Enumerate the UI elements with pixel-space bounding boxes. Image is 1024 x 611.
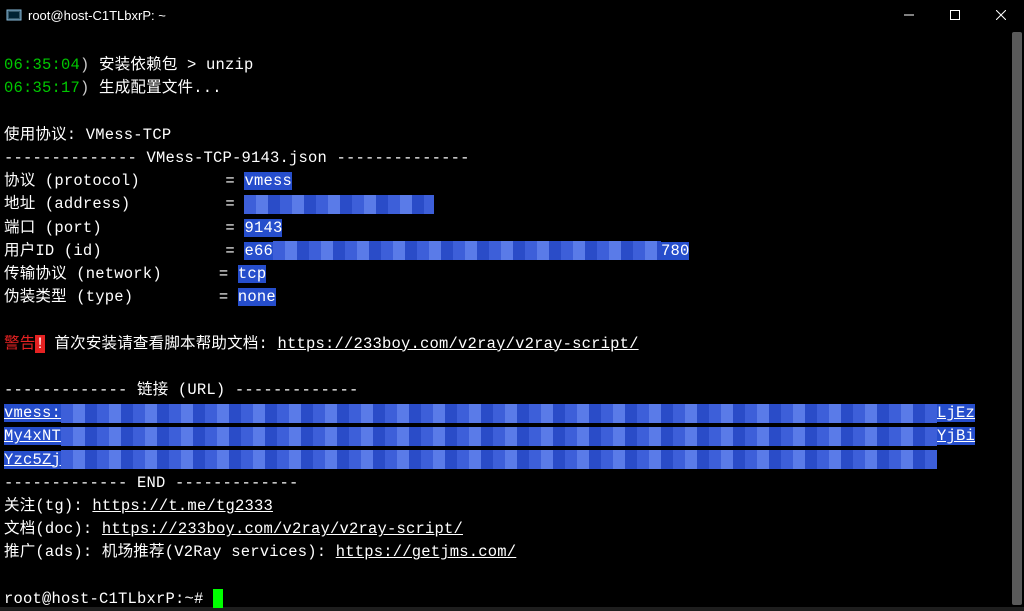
config-key: 伪装类型 (type) = [4, 288, 238, 306]
config-key: 地址 (address) = [4, 195, 244, 213]
window-title: root@host-C1TLbxrP: ~ [28, 8, 886, 23]
config-key: 传输协议 (network) = [4, 265, 238, 283]
id-suffix: 780 [661, 242, 690, 260]
blank-line [4, 567, 14, 585]
config-value: tcp [238, 265, 267, 283]
title-bar: root@host-C1TLbxrP: ~ [0, 0, 1024, 30]
redacted-value [61, 450, 937, 469]
text: 安装依赖包 > unzip [90, 56, 254, 74]
blank-line [4, 358, 14, 376]
blank-line [4, 103, 14, 121]
minimize-button[interactable] [886, 0, 932, 30]
vmess-url: My4xNT [4, 427, 61, 445]
config-key: 协议 (protocol) = [4, 172, 244, 190]
vmess-url: Yzc5Zj [4, 451, 61, 469]
window-controls [886, 0, 1024, 30]
vmess-url: vmess: [4, 404, 61, 422]
ads-url-link[interactable]: https://getjms.com/ [336, 543, 517, 561]
divider: ------------- END ------------- [4, 474, 299, 492]
close-button[interactable] [978, 0, 1024, 30]
maximize-button[interactable] [932, 0, 978, 30]
id-prefix: e66 [244, 242, 273, 260]
divider: -------------- VMess-TCP-9143.json -----… [4, 149, 470, 167]
config-value: none [238, 288, 276, 306]
timestamp: 06:35:04 [4, 56, 80, 74]
vmess-url: YjBi [937, 427, 975, 445]
redacted-value [61, 404, 937, 423]
redacted-value [244, 195, 434, 214]
ads-key: 推广(ads): 机场推荐(V2Ray services): [4, 543, 336, 561]
config-value: vmess [244, 172, 292, 190]
divider: ------------- 链接 (URL) ------------- [4, 381, 358, 399]
app-icon [6, 7, 22, 23]
text: ) [80, 56, 90, 74]
doc-url-link[interactable]: https://233boy.com/v2ray/v2ray-script/ [102, 520, 463, 538]
follow-key: 关注(tg): [4, 497, 92, 515]
scrollbar[interactable] [1010, 30, 1024, 607]
scrollbar-thumb[interactable] [1012, 32, 1022, 605]
terminal[interactable]: 06:35:04) 安装依赖包 > unzip 06:35:17) 生成配置文件… [0, 30, 1024, 607]
terminal-output: 06:35:04) 安装依赖包 > unzip 06:35:17) 生成配置文件… [4, 31, 1020, 611]
blank-line [4, 311, 14, 329]
doc-url-link[interactable]: https://233boy.com/v2ray/v2ray-script/ [278, 335, 639, 353]
text: 生成配置文件... [90, 79, 222, 97]
warning-label: 警告 [4, 335, 35, 353]
timestamp: 06:35:17 [4, 79, 80, 97]
config-key: 端口 (port) = [4, 219, 244, 237]
config-value: 9143 [244, 219, 282, 237]
vmess-url: LjEz [937, 404, 975, 422]
warning-mark: ! [35, 335, 45, 353]
warning-text: 首次安装请查看脚本帮助文档: [45, 335, 278, 353]
redacted-value [61, 427, 937, 446]
doc-key: 文档(doc): [4, 520, 102, 538]
text: ) [80, 79, 90, 97]
redacted-value [273, 241, 661, 260]
protocol-label: 使用协议: VMess-TCP [4, 126, 171, 144]
prompt: root@host-C1TLbxrP:~# [4, 590, 213, 608]
config-key: 用户ID (id) = [4, 242, 244, 260]
cursor [213, 589, 223, 608]
tg-url-link[interactable]: https://t.me/tg2333 [92, 497, 273, 515]
